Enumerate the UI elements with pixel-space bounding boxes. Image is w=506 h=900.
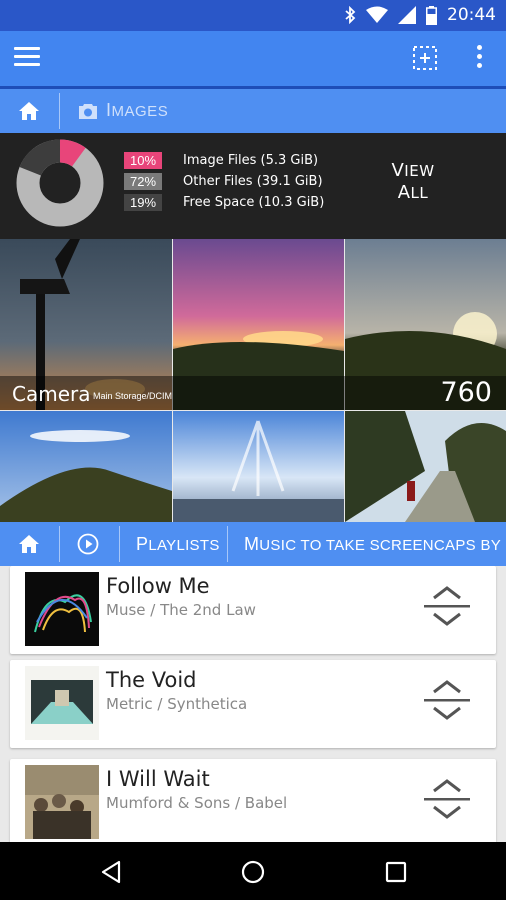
legend-row: 10% Image Files (5.3 GiB) bbox=[124, 150, 324, 171]
legend-pct: 10% bbox=[124, 152, 162, 169]
photo-thumbnail[interactable] bbox=[0, 411, 172, 522]
song-subtitle: Metric / Synthetica bbox=[106, 695, 248, 713]
reorder-handle-icon[interactable] bbox=[422, 584, 472, 628]
camera-icon bbox=[79, 103, 97, 119]
legend-row: 72% Other Files (39.1 GiB) bbox=[124, 171, 324, 192]
album-count: 760 bbox=[440, 377, 492, 408]
breadcrumb-images[interactable]: IMAGES bbox=[78, 100, 168, 121]
play-circle-icon[interactable] bbox=[77, 533, 99, 555]
system-nav-bar bbox=[0, 842, 506, 900]
music-breadcrumb-bar: PLAYLISTS MUSIC TO TAKE SCREENCAPS BY bbox=[0, 522, 506, 566]
reorder-handle-icon[interactable] bbox=[422, 777, 472, 821]
breadcrumb-divider bbox=[59, 526, 60, 562]
home-nav-icon[interactable] bbox=[240, 859, 266, 885]
status-bar: 20:44 bbox=[0, 0, 506, 31]
album-name: Camera bbox=[12, 382, 91, 406]
legend-pct: 72% bbox=[124, 173, 162, 190]
images-breadcrumb-bar: IMAGES bbox=[0, 89, 506, 133]
reorder-handle-icon[interactable] bbox=[422, 678, 472, 722]
breadcrumb-current-playlist[interactable]: MUSIC TO TAKE SCREENCAPS BY bbox=[244, 534, 501, 555]
photo-thumbnail[interactable] bbox=[345, 411, 506, 522]
song-card[interactable]: I Will Wait Mumford & Sons / Babel bbox=[10, 759, 496, 842]
clock: 20:44 bbox=[447, 5, 496, 25]
legend-pct: 19% bbox=[124, 194, 162, 211]
legend-row: 19% Free Space (10.3 GiB) bbox=[124, 192, 324, 213]
legend-label: Other Files (39.1 GiB) bbox=[183, 174, 323, 189]
breadcrumb-divider bbox=[119, 526, 120, 562]
album-art bbox=[25, 666, 99, 740]
song-card[interactable]: Follow Me Muse / The 2nd Law bbox=[10, 566, 496, 654]
album-caption: Camera Main Storage/DCIM 760 bbox=[0, 376, 506, 410]
album-path: Main Storage/DCIM bbox=[93, 391, 173, 401]
album-art bbox=[25, 572, 99, 646]
wifi-icon bbox=[366, 6, 388, 23]
song-subtitle: Mumford & Sons / Babel bbox=[106, 794, 288, 812]
storage-legend: 10% Image Files (5.3 GiB) 72% Other File… bbox=[124, 150, 324, 213]
battery-icon bbox=[426, 5, 437, 25]
song-list: Follow Me Muse / The 2nd Law The Void Me… bbox=[0, 566, 506, 842]
home-icon[interactable] bbox=[18, 100, 40, 122]
camera-album-grid[interactable]: Camera Main Storage/DCIM 760 bbox=[0, 239, 506, 522]
back-icon[interactable] bbox=[99, 859, 125, 885]
song-subtitle: Muse / The 2nd Law bbox=[106, 601, 256, 619]
album-art bbox=[25, 765, 99, 839]
legend-label: Image Files (5.3 GiB) bbox=[183, 153, 319, 168]
bluetooth-icon bbox=[345, 6, 356, 24]
storage-donut-chart bbox=[16, 139, 104, 227]
view-all-button[interactable]: VIEW ALL bbox=[388, 160, 438, 204]
overflow-icon[interactable] bbox=[474, 45, 484, 71]
breadcrumb-playlists[interactable]: PLAYLISTS bbox=[136, 534, 220, 555]
song-title: Follow Me bbox=[106, 574, 210, 598]
song-title: The Void bbox=[106, 668, 197, 692]
signal-icon bbox=[398, 6, 416, 24]
song-title: I Will Wait bbox=[106, 767, 210, 791]
breadcrumb-divider bbox=[227, 526, 228, 562]
breadcrumb-divider bbox=[59, 93, 60, 129]
photo-thumbnail[interactable] bbox=[173, 411, 344, 522]
storage-panel: 10% Image Files (5.3 GiB) 72% Other File… bbox=[0, 133, 506, 239]
home-icon[interactable] bbox=[18, 533, 40, 555]
legend-label: Free Space (10.3 GiB) bbox=[183, 195, 325, 210]
recents-icon[interactable] bbox=[383, 859, 409, 885]
select-add-icon[interactable] bbox=[412, 45, 438, 71]
app-bar bbox=[0, 31, 506, 86]
song-card[interactable]: The Void Metric / Synthetica bbox=[10, 660, 496, 748]
menu-icon[interactable] bbox=[14, 47, 40, 69]
